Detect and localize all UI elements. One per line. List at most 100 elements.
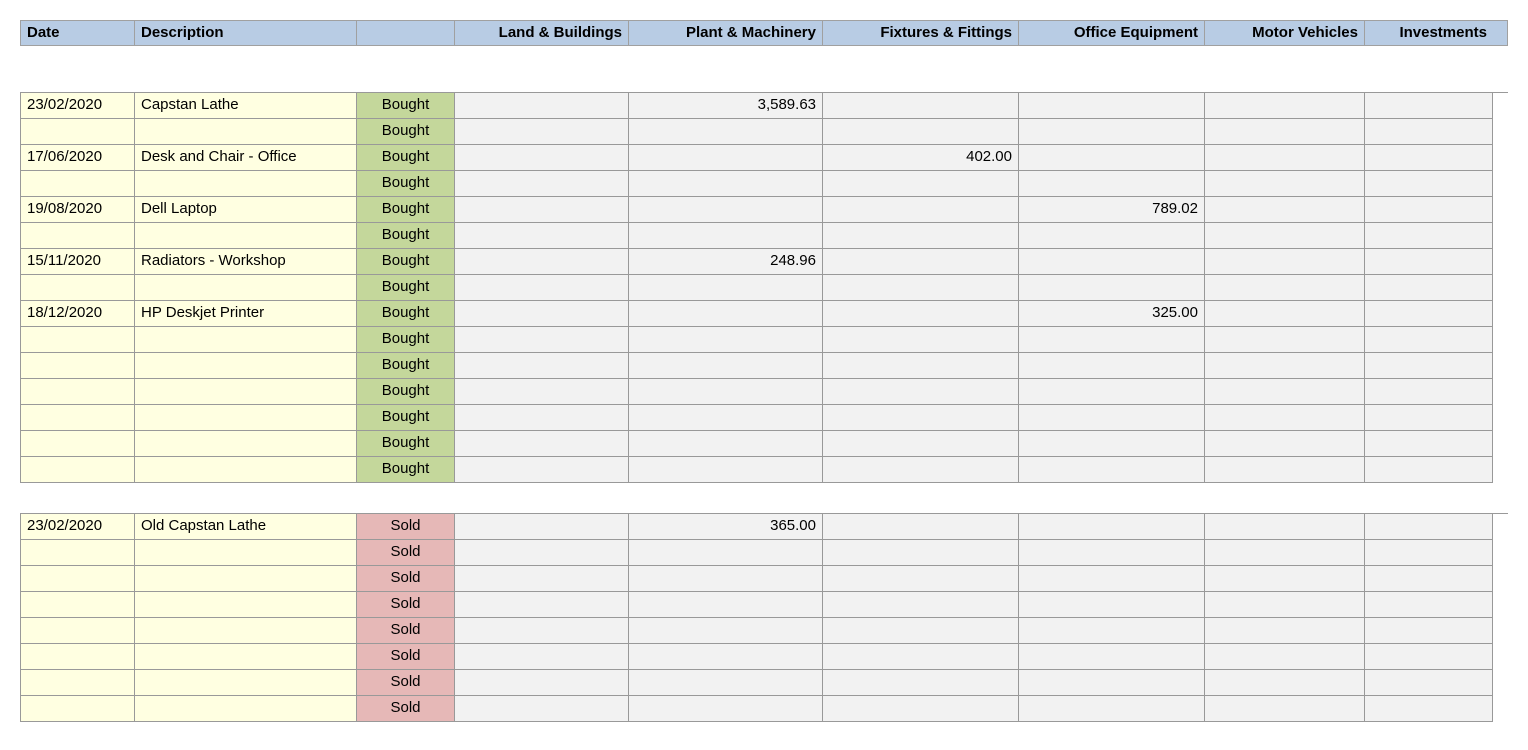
cell-plant[interactable] xyxy=(629,540,823,566)
cell-inv[interactable] xyxy=(1365,119,1493,145)
cell-off[interactable] xyxy=(1019,457,1205,483)
cell-date[interactable]: 15/11/2020 xyxy=(21,249,135,275)
cell-motor[interactable] xyxy=(1205,223,1365,249)
cell-plant[interactable] xyxy=(629,696,823,722)
cell-off[interactable] xyxy=(1019,327,1205,353)
cell-land[interactable] xyxy=(455,540,629,566)
cell-desc[interactable] xyxy=(135,327,357,353)
cell-fix[interactable] xyxy=(823,223,1019,249)
cell-fix[interactable] xyxy=(823,670,1019,696)
cell-plant[interactable] xyxy=(629,405,823,431)
cell-off[interactable] xyxy=(1019,405,1205,431)
cell-inv[interactable] xyxy=(1365,249,1493,275)
cell-desc[interactable] xyxy=(135,696,357,722)
cell-inv[interactable] xyxy=(1365,540,1493,566)
cell-fix[interactable]: 402.00 xyxy=(823,145,1019,171)
cell-desc[interactable]: HP Deskjet Printer xyxy=(135,301,357,327)
cell-inv[interactable] xyxy=(1365,457,1493,483)
cell-motor[interactable] xyxy=(1205,249,1365,275)
cell-fix[interactable] xyxy=(823,405,1019,431)
cell-off[interactable] xyxy=(1019,353,1205,379)
cell-motor[interactable] xyxy=(1205,644,1365,670)
cell-motor[interactable] xyxy=(1205,145,1365,171)
cell-off[interactable] xyxy=(1019,119,1205,145)
cell-desc[interactable] xyxy=(135,275,357,301)
cell-land[interactable] xyxy=(455,644,629,670)
cell-fix[interactable] xyxy=(823,431,1019,457)
cell-fix[interactable] xyxy=(823,618,1019,644)
cell-plant[interactable] xyxy=(629,379,823,405)
cell-plant[interactable] xyxy=(629,644,823,670)
cell-plant[interactable] xyxy=(629,618,823,644)
cell-date[interactable] xyxy=(21,379,135,405)
cell-off[interactable] xyxy=(1019,514,1205,540)
cell-date[interactable] xyxy=(21,644,135,670)
cell-desc[interactable]: Radiators - Workshop xyxy=(135,249,357,275)
cell-date[interactable] xyxy=(21,327,135,353)
cell-plant[interactable] xyxy=(629,353,823,379)
cell-desc[interactable] xyxy=(135,353,357,379)
cell-off[interactable]: 325.00 xyxy=(1019,301,1205,327)
cell-date[interactable] xyxy=(21,353,135,379)
cell-plant[interactable] xyxy=(629,431,823,457)
cell-desc[interactable] xyxy=(135,592,357,618)
cell-land[interactable] xyxy=(455,171,629,197)
cell-motor[interactable] xyxy=(1205,301,1365,327)
cell-date[interactable] xyxy=(21,119,135,145)
cell-inv[interactable] xyxy=(1365,353,1493,379)
cell-off[interactable]: 789.02 xyxy=(1019,197,1205,223)
cell-desc[interactable] xyxy=(135,171,357,197)
cell-desc[interactable] xyxy=(135,457,357,483)
cell-fix[interactable] xyxy=(823,592,1019,618)
cell-inv[interactable] xyxy=(1365,592,1493,618)
cell-plant[interactable] xyxy=(629,197,823,223)
cell-off[interactable] xyxy=(1019,171,1205,197)
cell-plant[interactable] xyxy=(629,145,823,171)
cell-fix[interactable] xyxy=(823,566,1019,592)
cell-desc[interactable]: Desk and Chair - Office xyxy=(135,145,357,171)
cell-motor[interactable] xyxy=(1205,353,1365,379)
cell-fix[interactable] xyxy=(823,301,1019,327)
cell-motor[interactable] xyxy=(1205,93,1365,119)
cell-off[interactable] xyxy=(1019,670,1205,696)
cell-desc[interactable] xyxy=(135,618,357,644)
cell-fix[interactable] xyxy=(823,171,1019,197)
cell-fix[interactable] xyxy=(823,514,1019,540)
cell-date[interactable] xyxy=(21,171,135,197)
cell-plant[interactable]: 3,589.63 xyxy=(629,93,823,119)
cell-inv[interactable] xyxy=(1365,223,1493,249)
cell-motor[interactable] xyxy=(1205,457,1365,483)
cell-motor[interactable] xyxy=(1205,566,1365,592)
cell-plant[interactable] xyxy=(629,275,823,301)
cell-date[interactable] xyxy=(21,592,135,618)
cell-motor[interactable] xyxy=(1205,327,1365,353)
cell-off[interactable] xyxy=(1019,379,1205,405)
cell-desc[interactable] xyxy=(135,405,357,431)
cell-land[interactable] xyxy=(455,223,629,249)
cell-desc[interactable] xyxy=(135,431,357,457)
cell-plant[interactable] xyxy=(629,670,823,696)
cell-desc[interactable] xyxy=(135,540,357,566)
cell-motor[interactable] xyxy=(1205,592,1365,618)
cell-plant[interactable] xyxy=(629,566,823,592)
cell-land[interactable] xyxy=(455,514,629,540)
cell-land[interactable] xyxy=(455,145,629,171)
cell-desc[interactable]: Old Capstan Lathe xyxy=(135,514,357,540)
cell-off[interactable] xyxy=(1019,223,1205,249)
cell-date[interactable]: 18/12/2020 xyxy=(21,301,135,327)
cell-motor[interactable] xyxy=(1205,379,1365,405)
cell-land[interactable] xyxy=(455,275,629,301)
cell-fix[interactable] xyxy=(823,327,1019,353)
cell-date[interactable] xyxy=(21,223,135,249)
cell-date[interactable] xyxy=(21,431,135,457)
cell-off[interactable] xyxy=(1019,431,1205,457)
cell-fix[interactable] xyxy=(823,379,1019,405)
cell-desc[interactable]: Dell Laptop xyxy=(135,197,357,223)
cell-desc[interactable] xyxy=(135,223,357,249)
cell-inv[interactable] xyxy=(1365,618,1493,644)
cell-fix[interactable] xyxy=(823,353,1019,379)
cell-land[interactable] xyxy=(455,457,629,483)
cell-off[interactable] xyxy=(1019,249,1205,275)
cell-plant[interactable] xyxy=(629,301,823,327)
cell-off[interactable] xyxy=(1019,618,1205,644)
